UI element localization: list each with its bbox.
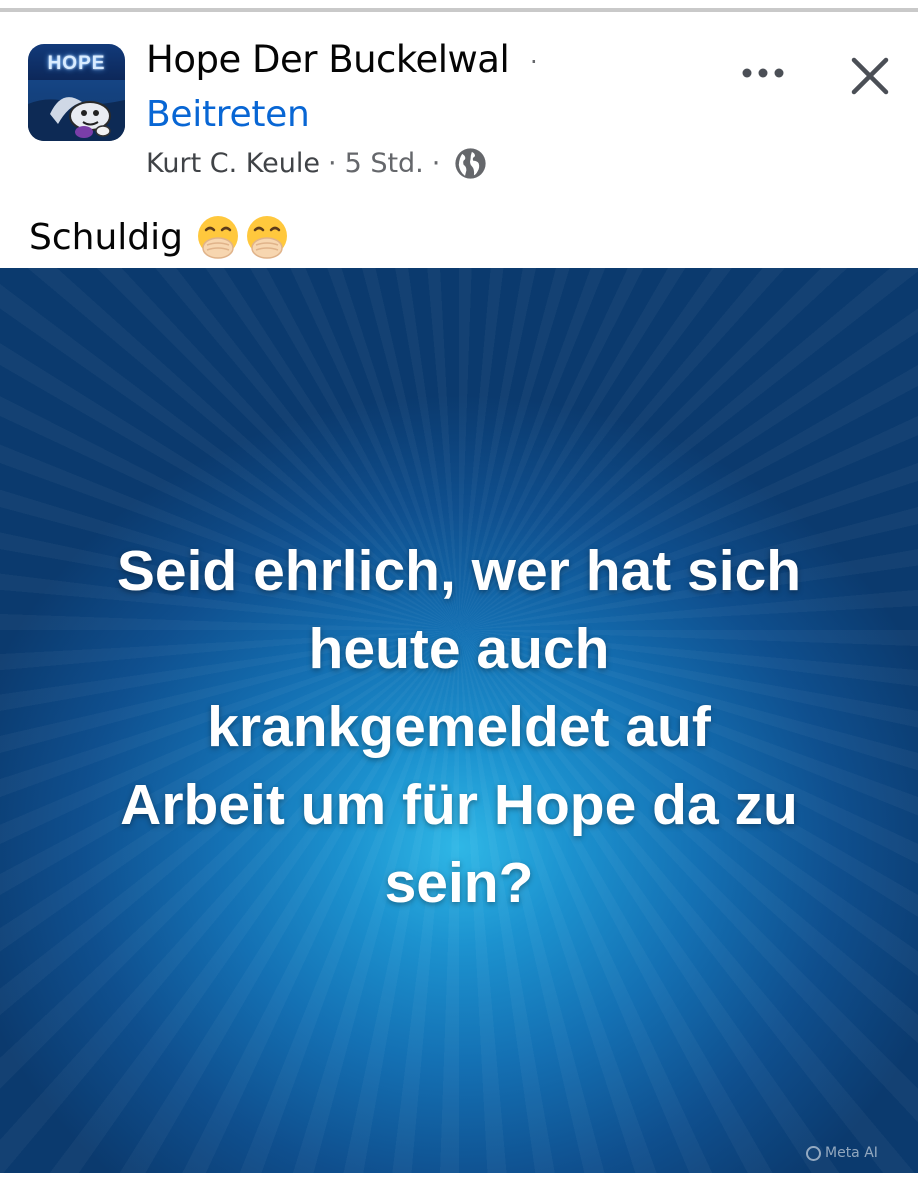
post-header: HOPE Hope Der Buckelwal · Beitreten Kurt… xyxy=(0,12,918,268)
caption-text: Schuldig xyxy=(29,216,183,258)
bottom-area xyxy=(0,1173,918,1200)
post-meta: Kurt C. Keule · 5 Std. · xyxy=(146,146,487,180)
group-avatar[interactable]: HOPE xyxy=(28,44,125,141)
top-divider xyxy=(0,0,918,12)
more-options-icon xyxy=(742,68,784,78)
post-image[interactable]: Seid ehrlich, wer hat sich heute auch kr… xyxy=(0,268,918,1173)
face-with-hand-over-mouth-emoji xyxy=(197,216,238,259)
join-group-link[interactable]: Beitreten xyxy=(146,94,310,135)
caption-emojis xyxy=(195,214,290,260)
image-text: Seid ehrlich, wer hat sich heute auch kr… xyxy=(40,532,878,922)
title-separator: · xyxy=(530,48,538,76)
watermark-text: Meta AI xyxy=(825,1145,878,1161)
close-button[interactable] xyxy=(842,48,898,104)
image-text-line: heute auch xyxy=(308,617,610,681)
close-icon xyxy=(851,57,889,95)
meta-separator: · xyxy=(431,147,441,179)
image-text-line: Arbeit um für Hope da zu xyxy=(120,773,798,837)
group-name-link[interactable]: Hope Der Buckelwal xyxy=(146,38,510,81)
post-caption: Schuldig xyxy=(29,212,290,262)
avatar-logo-text: HOPE xyxy=(47,53,106,74)
image-text-line: Seid ehrlich, wer hat sich xyxy=(116,539,802,603)
image-text-line: krankgemeldet auf xyxy=(207,695,711,759)
image-text-line: sein? xyxy=(384,851,534,915)
author-name[interactable]: Kurt C. Keule xyxy=(146,148,320,179)
meta-ai-ring-icon xyxy=(806,1145,821,1161)
meta-separator: · xyxy=(327,147,337,179)
globe-icon xyxy=(454,147,487,180)
more-options-button[interactable] xyxy=(735,48,791,98)
face-with-hand-over-mouth-emoji xyxy=(246,216,287,259)
post-time[interactable]: 5 Std. xyxy=(345,148,424,179)
meta-ai-watermark: Meta AI xyxy=(806,1143,878,1163)
